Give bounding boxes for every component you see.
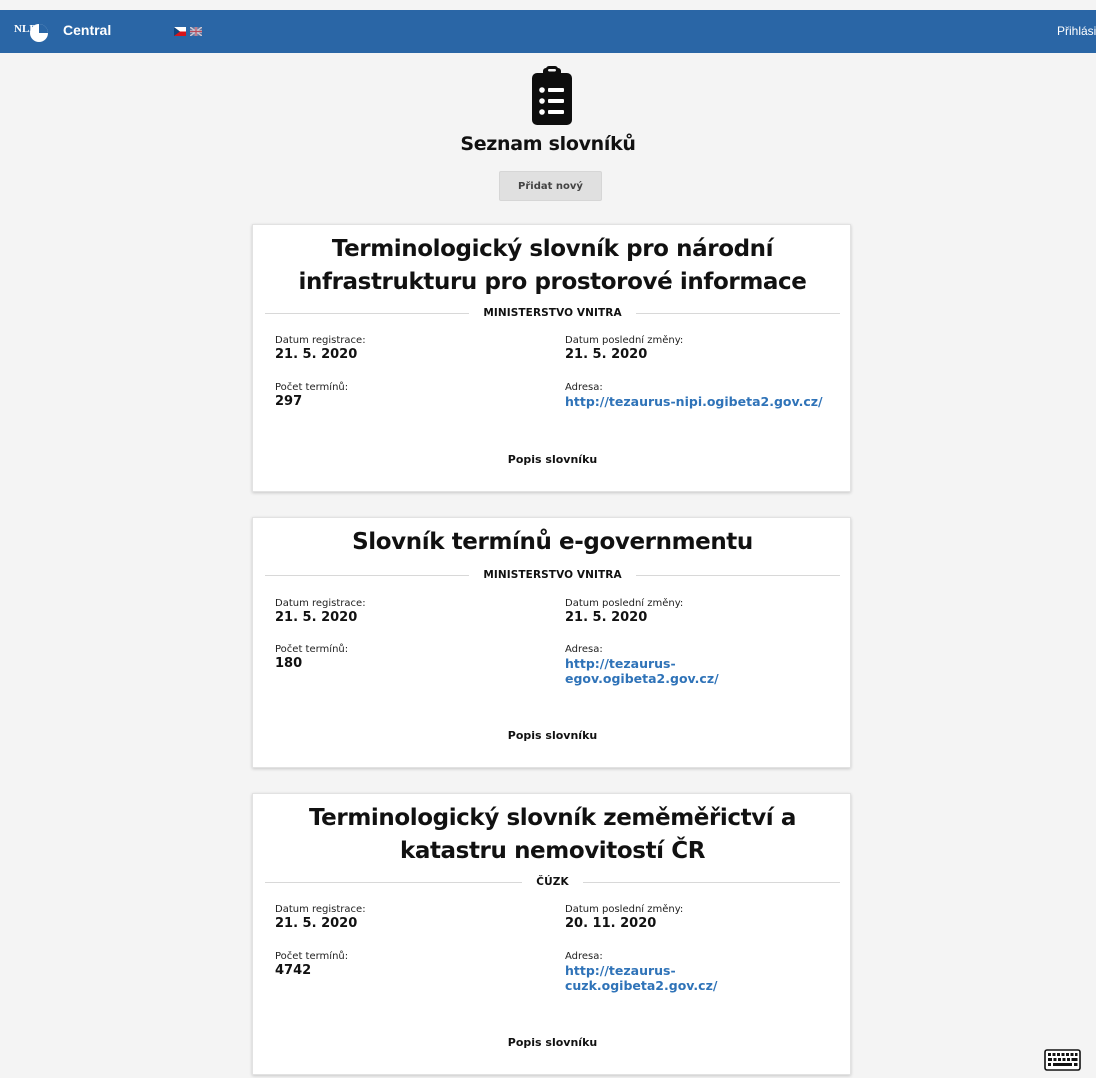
address-link-text: http://tezaurus- bbox=[565, 963, 676, 978]
cz-flag-icon[interactable] bbox=[174, 27, 186, 36]
address-link[interactable]: http://tezaurus-nipi.ogibeta2.gov.cz/ bbox=[565, 394, 850, 409]
dictionary-title-line: infrastrukturu pro prostorové informace bbox=[298, 269, 807, 295]
registration-date-field: Datum registrace: 21. 5. 2020 bbox=[275, 335, 545, 362]
address-link[interactable]: http://tezaurus- cuzk.ogibeta2.gov.cz/ bbox=[565, 963, 850, 993]
organization-name: MINISTERSTVO VNITRA bbox=[469, 569, 636, 581]
dictionary-title-line: Slovník termínů e-governmentu bbox=[352, 529, 753, 555]
registration-date-value: 21. 5. 2020 bbox=[275, 916, 358, 931]
last-change-field: Datum poslední změny: 20. 11. 2020 bbox=[565, 904, 835, 931]
address-label: Adresa: bbox=[565, 382, 603, 393]
last-change-field: Datum poslední změny: 21. 5. 2020 bbox=[565, 598, 835, 625]
term-count-value: 297 bbox=[275, 394, 303, 409]
dictionary-title-line: Terminologický slovník zeměměřictví a bbox=[308, 805, 797, 831]
registration-date-value: 21. 5. 2020 bbox=[275, 610, 358, 625]
term-count-value: 180 bbox=[275, 656, 303, 671]
last-change-value: 20. 11. 2020 bbox=[565, 916, 657, 931]
term-count-label: Počet termínů: bbox=[275, 951, 349, 962]
organization-divider: MINISTERSTVO VNITRA bbox=[265, 307, 840, 319]
add-new-button[interactable]: Přidat nový bbox=[499, 171, 602, 201]
address-link-text: http://tezaurus- bbox=[565, 656, 676, 671]
address-link[interactable]: http://tezaurus- egov.ogibeta2.gov.cz/ bbox=[565, 656, 850, 686]
organization-divider: ČÚZK bbox=[265, 876, 840, 888]
registration-date-field: Datum registrace: 21. 5. 2020 bbox=[275, 598, 545, 625]
address-field: Adresa: http://tezaurus- egov.ogibeta2.g… bbox=[565, 644, 850, 686]
dictionary-title-line: Terminologický slovník pro národní bbox=[331, 236, 774, 262]
keyboard-icon[interactable] bbox=[1044, 1049, 1081, 1071]
registration-date-field: Datum registrace: 21. 5. 2020 bbox=[275, 904, 545, 931]
brand-link[interactable]: Central bbox=[63, 22, 111, 38]
login-link[interactable]: Přihlásit bbox=[1057, 24, 1096, 38]
term-count-value: 4742 bbox=[275, 963, 312, 978]
registration-date-label: Datum registrace: bbox=[275, 335, 366, 346]
organization-name: MINISTERSTVO VNITRA bbox=[469, 307, 636, 319]
dictionary-card: Terminologický slovník zeměměřictví a ka… bbox=[252, 793, 851, 1075]
dictionary-title[interactable]: Slovník termínů e-governmentu bbox=[273, 526, 832, 559]
dictionary-card: Terminologický slovník pro národní infra… bbox=[252, 224, 851, 492]
registration-date-label: Datum registrace: bbox=[275, 598, 366, 609]
registration-date-value: 21. 5. 2020 bbox=[275, 347, 358, 362]
address-link-text: egov.ogibeta2.gov.cz/ bbox=[565, 671, 719, 686]
registration-date-label: Datum registrace: bbox=[275, 904, 366, 915]
last-change-value: 21. 5. 2020 bbox=[565, 347, 648, 362]
dictionary-title[interactable]: Terminologický slovník zeměměřictví a ka… bbox=[273, 802, 832, 868]
address-field: Adresa: http://tezaurus-nipi.ogibeta2.go… bbox=[565, 382, 850, 409]
address-link-text: cuzk.ogibeta2.gov.cz/ bbox=[565, 978, 718, 993]
nlp-logo-icon[interactable]: NLP bbox=[12, 20, 50, 44]
logo-text: NLP bbox=[14, 23, 36, 35]
term-count-field: Počet termínů: 297 bbox=[275, 382, 545, 409]
address-label: Adresa: bbox=[565, 951, 603, 962]
dictionary-title-line: katastru nemovitostí ČR bbox=[399, 838, 706, 864]
description-button[interactable]: Popis slovníku bbox=[253, 1036, 852, 1049]
description-button[interactable]: Popis slovníku bbox=[253, 453, 852, 466]
gb-flag-icon[interactable] bbox=[190, 27, 202, 36]
term-count-label: Počet termínů: bbox=[275, 382, 349, 393]
organization-name: ČÚZK bbox=[522, 876, 583, 888]
term-count-field: Počet termínů: 4742 bbox=[275, 951, 545, 978]
last-change-label: Datum poslední změny: bbox=[565, 598, 684, 609]
address-link-text: http://tezaurus-nipi.ogibeta2.gov.cz/ bbox=[565, 394, 823, 409]
term-count-field: Počet termínů: 180 bbox=[275, 644, 545, 671]
language-switcher bbox=[174, 27, 202, 36]
page-title: Seznam slovníků bbox=[460, 133, 636, 155]
top-navbar: NLP Central Přihlásit bbox=[0, 10, 1096, 53]
term-count-label: Počet termínů: bbox=[275, 644, 349, 655]
dictionary-card: Slovník termínů e-governmentu MINISTERST… bbox=[252, 517, 851, 768]
description-button[interactable]: Popis slovníku bbox=[253, 729, 852, 742]
clipboard-list-icon bbox=[532, 66, 572, 125]
last-change-label: Datum poslední změny: bbox=[565, 335, 684, 346]
last-change-field: Datum poslední změny: 21. 5. 2020 bbox=[565, 335, 835, 362]
organization-divider: MINISTERSTVO VNITRA bbox=[265, 569, 840, 581]
address-field: Adresa: http://tezaurus- cuzk.ogibeta2.g… bbox=[565, 951, 850, 993]
dictionary-title[interactable]: Terminologický slovník pro národní infra… bbox=[273, 233, 832, 299]
address-label: Adresa: bbox=[565, 644, 603, 655]
last-change-value: 21. 5. 2020 bbox=[565, 610, 648, 625]
last-change-label: Datum poslední změny: bbox=[565, 904, 684, 915]
